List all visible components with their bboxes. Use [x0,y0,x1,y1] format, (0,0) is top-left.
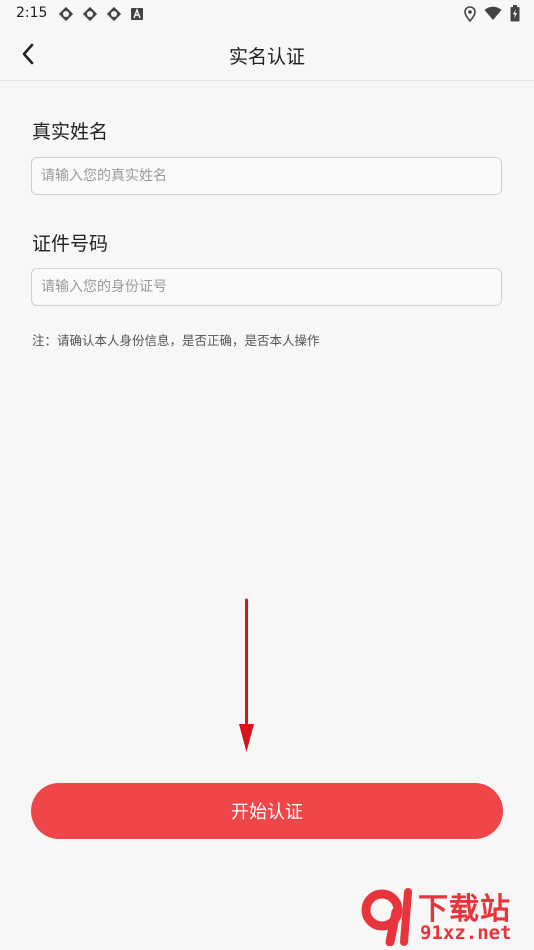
watermark-logo-icon [361,888,412,946]
screen: 2:15 实名认证 真实姓名 请输入您的真实姓名 证件号码 请输入您的身份证号 … [0,0,534,950]
id-number-input[interactable] [31,268,502,306]
sync-icon [106,6,122,22]
sync-icon [58,6,74,22]
verification-note: 注：请确认本人身份信息，是否正确，是否本人操作 [32,333,320,348]
name-input[interactable] [31,157,502,195]
status-icons-right [464,5,520,22]
watermark: 下载站 91xz.net [360,884,530,948]
page-title: 实名认证 [228,46,305,68]
location-icon [464,5,476,22]
wifi-icon [484,6,502,20]
annotation-arrow-icon [239,598,254,752]
sync-icon [82,6,98,22]
app-a-icon [131,8,143,20]
watermark-domain: 91xz.net [420,922,512,944]
id-label: 证件号码 [32,233,109,255]
start-verification-button[interactable]: 开始认证 [31,783,503,839]
header: 实名认证 [0,28,534,81]
status-icons-left [58,6,144,22]
battery-icon [510,5,520,22]
status-bar: 2:15 [0,0,534,28]
status-time: 2:15 [16,5,48,21]
name-label: 真实姓名 [32,121,109,143]
